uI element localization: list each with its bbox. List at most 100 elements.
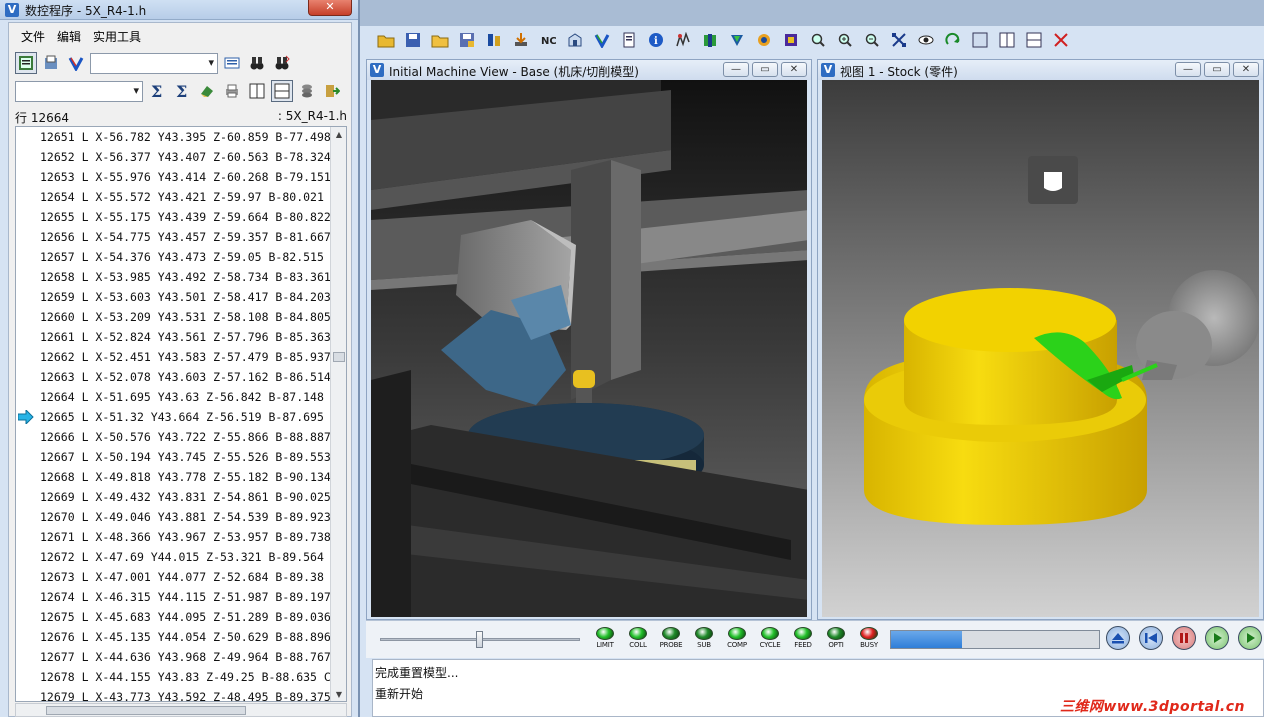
code-line[interactable]: 12668 L X-49.818 Y43.778 Z-55.182 B-90.1… xyxy=(18,467,345,487)
step-icon[interactable]: Σ xyxy=(146,80,168,102)
nc-view-icon[interactable] xyxy=(15,52,37,74)
menu-file[interactable]: 文件 xyxy=(15,27,51,45)
code-line[interactable]: 12651 L X-56.782 Y43.395 Z-60.859 B-77.4… xyxy=(18,127,345,147)
code-line[interactable]: 12676 L X-45.135 Y44.054 Z-50.629 B-88.8… xyxy=(18,627,345,647)
fit-all-icon[interactable] xyxy=(887,29,910,51)
split-horizontal-icon[interactable] xyxy=(271,80,293,102)
code-line[interactable]: 12678 L X-44.155 Y43.83 Z-49.25 B-88.635… xyxy=(18,667,338,687)
two-views-horizontal-icon[interactable] xyxy=(1022,29,1045,51)
save-as-icon[interactable] xyxy=(455,29,478,51)
code-line[interactable]: 12661 L X-52.824 Y43.561 Z-57.796 B-85.3… xyxy=(18,327,345,347)
play-icon[interactable] xyxy=(1238,626,1262,650)
eye-view-icon[interactable] xyxy=(914,29,937,51)
nc-window-titlebar[interactable]: V 数控程序 - 5X_R4-1.h ✕ xyxy=(0,0,358,20)
code-line[interactable]: 12655 L X-55.175 Y43.439 Z-59.664 B-80.8… xyxy=(18,207,345,227)
close-view-button[interactable]: ✕ xyxy=(781,62,807,77)
scroll-thumb[interactable] xyxy=(333,352,345,362)
close-view-button[interactable]: ✕ xyxy=(1233,62,1259,77)
code-line[interactable]: 12658 L X-53.985 Y43.492 Z-58.734 B-83.3… xyxy=(18,267,345,287)
status-led[interactable]: OPTI xyxy=(823,627,849,649)
step-back-icon[interactable]: Σ xyxy=(171,80,193,102)
code-line[interactable]: 12674 L X-46.315 Y44.115 Z-51.987 B-89.1… xyxy=(18,587,345,607)
status-led[interactable]: PROBE xyxy=(658,627,684,649)
print-icon[interactable] xyxy=(221,80,243,102)
zoom-out-icon[interactable] xyxy=(860,29,883,51)
status-led[interactable]: CYCLE xyxy=(757,627,783,649)
nc-code-listing[interactable]: 12651 L X-56.782 Y43.395 Z-60.859 B-77.4… xyxy=(15,126,347,702)
import-icon[interactable] xyxy=(509,29,532,51)
zoom-in-icon[interactable] xyxy=(833,29,856,51)
zoom-fit-icon[interactable] xyxy=(806,29,829,51)
toolpath-icon[interactable] xyxy=(671,29,694,51)
status-led[interactable]: BUSY xyxy=(856,627,882,649)
open-project-icon[interactable] xyxy=(374,29,397,51)
report-icon[interactable] xyxy=(617,29,640,51)
step-play-icon[interactable] xyxy=(1205,626,1229,650)
code-line[interactable]: 12679 L X-43.773 Y43.592 Z-48.495 B-89.3… xyxy=(18,687,345,701)
eraser-icon[interactable] xyxy=(196,80,218,102)
code-line[interactable]: 12659 L X-53.603 Y43.501 Z-58.417 B-84.2… xyxy=(18,287,345,307)
code-line[interactable]: 12670 L X-49.046 Y43.881 Z-54.539 B-89.9… xyxy=(18,507,345,527)
vertical-scrollbar[interactable]: ▲ ▼ xyxy=(330,127,346,701)
code-line[interactable]: 12656 L X-54.775 Y43.457 Z-59.357 B-81.6… xyxy=(18,227,345,247)
animation-icon[interactable] xyxy=(752,29,775,51)
filter-select-combo[interactable] xyxy=(15,80,143,102)
code-line[interactable]: 12673 L X-47.001 Y44.077 Z-52.684 B-89.3… xyxy=(18,567,338,587)
eject-icon[interactable] xyxy=(1106,626,1130,650)
animation-speed-slider[interactable] xyxy=(476,631,483,648)
code-line[interactable]: 12665 L X-51.32 Y43.664 Z-56.519 B-87.69… xyxy=(18,407,338,427)
tool-manager-icon[interactable] xyxy=(482,29,505,51)
code-line[interactable]: 12666 L X-50.576 Y43.722 Z-55.866 B-88.8… xyxy=(18,427,345,447)
open-folder-icon[interactable] xyxy=(428,29,451,51)
stock-3d-viewport[interactable] xyxy=(822,80,1259,617)
code-line[interactable]: 12669 L X-49.432 Y43.831 Z-54.861 B-90.0… xyxy=(18,487,345,507)
split-vertical-icon[interactable] xyxy=(246,80,268,102)
model-icon[interactable] xyxy=(779,29,802,51)
rotate-view-icon[interactable] xyxy=(941,29,964,51)
message-log[interactable]: 完成重置模型... 重新开始 三维网www.3dportal.cn xyxy=(372,659,1264,717)
code-line[interactable]: 12657 L X-54.376 Y43.473 Z-59.05 B-82.51… xyxy=(18,247,338,267)
nc-program-icon[interactable]: NC xyxy=(536,29,559,51)
horizontal-scrollbar[interactable] xyxy=(15,703,347,717)
scroll-up-icon[interactable]: ▲ xyxy=(331,127,346,143)
open-file-icon[interactable] xyxy=(40,52,62,74)
status-led[interactable]: LIMIT xyxy=(592,627,618,649)
menu-utilities[interactable]: 实用工具 xyxy=(87,27,147,45)
code-line[interactable]: 12675 L X-45.683 Y44.095 Z-51.289 B-89.0… xyxy=(18,607,345,627)
pause-icon[interactable] xyxy=(1172,626,1196,650)
code-line[interactable]: 12652 L X-56.377 Y43.407 Z-60.563 B-78.3… xyxy=(18,147,345,167)
code-line[interactable]: 12660 L X-53.209 Y43.531 Z-58.108 B-84.8… xyxy=(18,307,345,327)
machine-view-titlebar[interactable]: V Initial Machine View - Base (机床/切削模型) … xyxy=(367,60,811,80)
section-icon[interactable] xyxy=(698,29,721,51)
stack-icon[interactable] xyxy=(296,80,318,102)
code-line[interactable]: 12667 L X-50.194 Y43.745 Z-55.526 B-89.5… xyxy=(18,447,345,467)
maximize-button[interactable]: ▭ xyxy=(1204,62,1230,77)
two-views-vertical-icon[interactable] xyxy=(995,29,1018,51)
single-view-icon[interactable] xyxy=(968,29,991,51)
program-select-combo[interactable] xyxy=(90,52,218,74)
status-led[interactable]: FEED xyxy=(790,627,816,649)
minimize-button[interactable]: — xyxy=(723,62,749,77)
exit-icon[interactable] xyxy=(321,80,343,102)
find-next-icon[interactable] xyxy=(271,52,293,74)
code-line[interactable]: 12677 L X-44.636 Y43.968 Z-49.964 B-88.7… xyxy=(18,647,345,667)
save-icon[interactable] xyxy=(401,29,424,51)
menu-edit[interactable]: 编辑 xyxy=(51,27,87,45)
vericut-check-icon[interactable] xyxy=(65,52,87,74)
machine-3d-viewport[interactable] xyxy=(371,80,807,617)
status-led[interactable]: COLL xyxy=(625,627,651,649)
hscroll-thumb[interactable] xyxy=(46,706,246,715)
close-button[interactable]: ✕ xyxy=(308,0,352,16)
compare-icon[interactable] xyxy=(725,29,748,51)
info-icon[interactable]: i xyxy=(644,29,667,51)
code-line[interactable]: 12662 L X-52.451 Y43.583 Z-57.479 B-85.9… xyxy=(18,347,345,367)
list-icon[interactable] xyxy=(221,52,243,74)
binoculars-icon[interactable] xyxy=(246,52,268,74)
code-line[interactable]: 12654 L X-55.572 Y43.421 Z-59.97 B-80.02… xyxy=(18,187,338,207)
close-view-icon[interactable] xyxy=(1049,29,1072,51)
code-line[interactable]: 12664 L X-51.695 Y43.63 Z-56.842 B-87.14… xyxy=(18,387,338,407)
code-line[interactable]: 12671 L X-48.366 Y43.967 Z-53.957 B-89.7… xyxy=(18,527,345,547)
scroll-down-icon[interactable]: ▼ xyxy=(331,687,346,701)
status-led[interactable]: COMP xyxy=(724,627,750,649)
stock-view-titlebar[interactable]: V 视图 1 - Stock (零件) — ▭ ✕ xyxy=(818,60,1263,80)
